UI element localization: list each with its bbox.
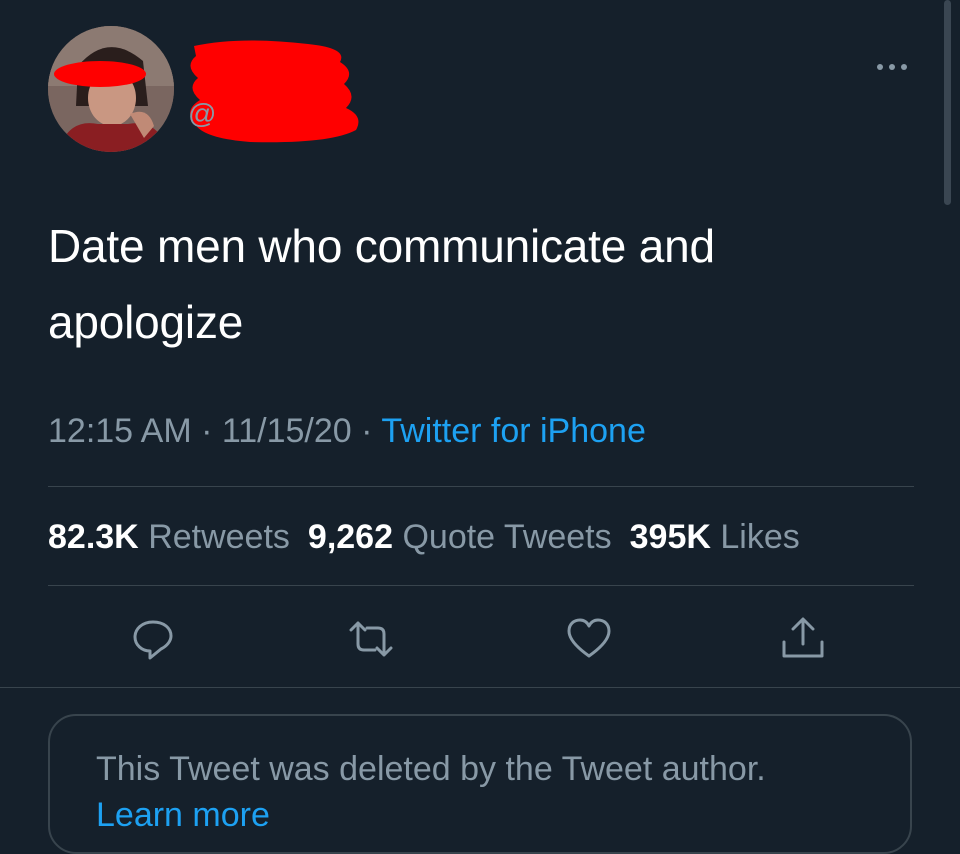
divider (48, 585, 914, 586)
tweet-source-link[interactable]: Twitter for iPhone (381, 412, 646, 450)
quote-tweets-stat[interactable]: 9,262 Quote Tweets (308, 518, 612, 556)
tweet-date[interactable]: 11/15/20 (222, 412, 352, 450)
likes-label: Likes (720, 518, 800, 556)
share-icon[interactable] (778, 614, 828, 664)
more-options-icon[interactable] (872, 55, 912, 79)
quote-tweets-label: Quote Tweets (402, 518, 612, 556)
like-icon[interactable] (564, 614, 614, 664)
separator: · (351, 412, 382, 450)
retweets-label: Retweets (148, 518, 290, 556)
tweet-time: 12:15 AM (48, 412, 192, 450)
tweet-text-line: Date men who communicate and (48, 220, 715, 272)
divider (48, 486, 914, 487)
avatar[interactable] (48, 26, 174, 152)
reply-icon[interactable] (128, 614, 178, 664)
retweets-stat[interactable]: 82.3K Retweets (48, 518, 290, 556)
likes-count: 395K (629, 518, 711, 556)
learn-more-link[interactable]: Learn more (96, 792, 270, 838)
divider (0, 687, 960, 688)
engagement-stats: 82.3K Retweets 9,262 Quote Tweets 395K Lik… (48, 514, 800, 560)
likes-stat[interactable]: 395K Likes (630, 518, 800, 556)
redacted-username (190, 40, 359, 143)
user-handle: @ (188, 98, 217, 129)
tweet-metadata: 12:15 AM · 11/15/20 · Twitter for iPhone (48, 408, 646, 454)
deleted-quote-card: This Tweet was deleted by the Tweet auth… (48, 714, 912, 854)
deleted-tweet-message: This Tweet was deleted by the Tweet auth… (96, 750, 766, 788)
tweet-text-line: apologize (48, 296, 244, 348)
separator: · (191, 412, 222, 450)
retweets-count: 82.3K (48, 518, 139, 556)
scrollbar[interactable] (944, 0, 951, 205)
quote-tweets-count: 9,262 (307, 518, 394, 556)
tweet-text: Date men who communicate and apologize (48, 208, 908, 360)
retweet-icon[interactable] (346, 614, 396, 664)
